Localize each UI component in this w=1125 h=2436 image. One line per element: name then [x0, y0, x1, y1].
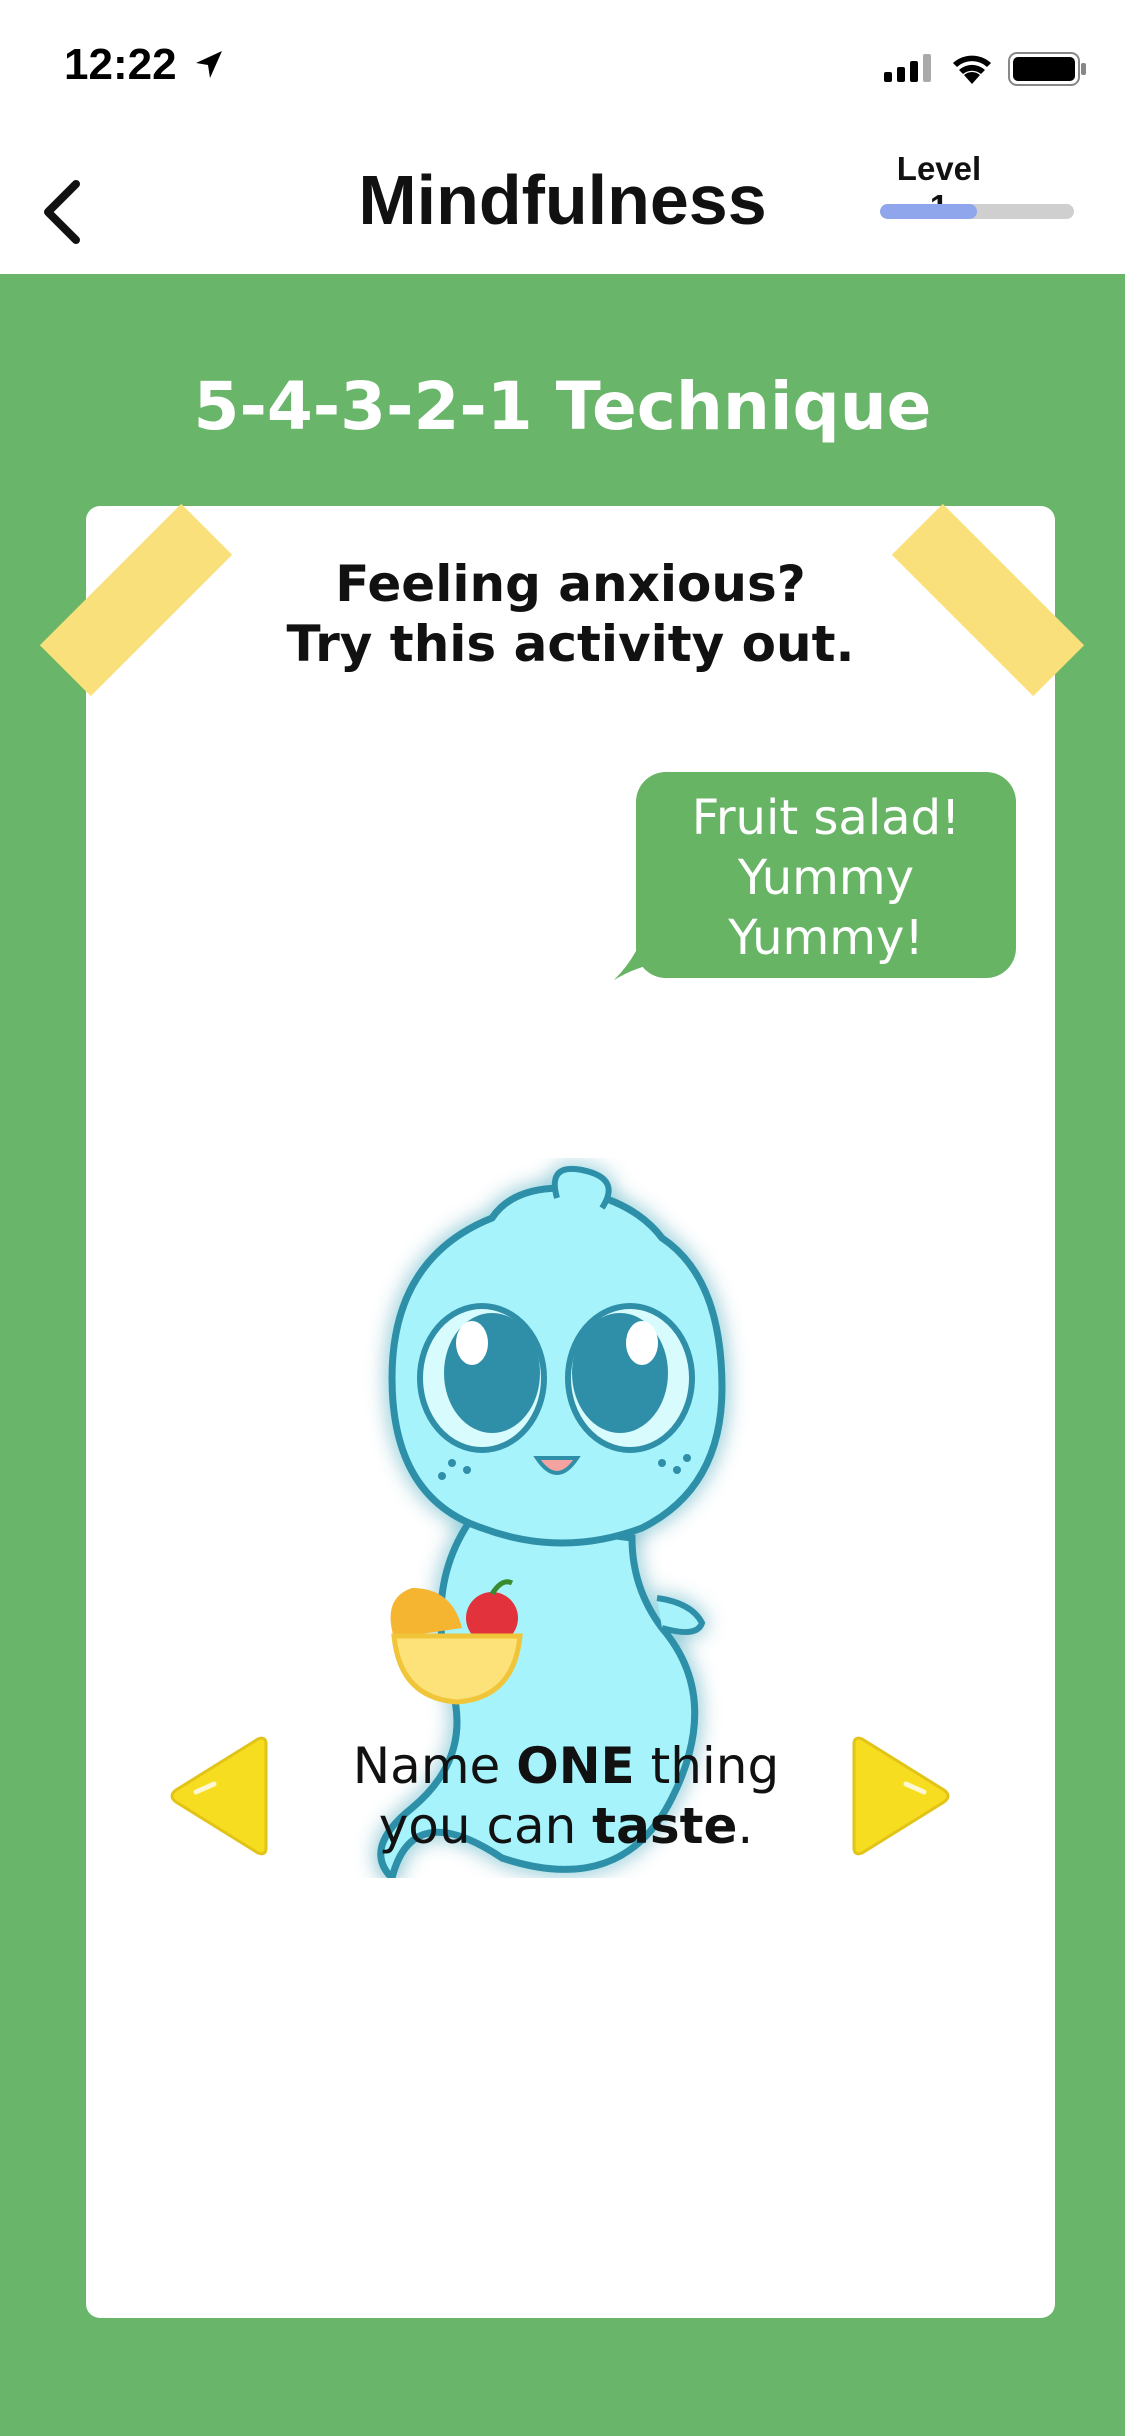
wifi-icon — [953, 55, 991, 84]
cellular-signal-icon — [884, 54, 931, 82]
prompt-emphasis: taste — [592, 1797, 738, 1855]
triangle-left-icon — [170, 1736, 268, 1856]
speech-bubble-text: Fruit salad! Yummy Yummy! — [636, 788, 1016, 968]
speech-line-3: Yummy! — [728, 910, 924, 966]
status-bar: 12:22 — [0, 0, 1125, 136]
step-prompt: Name ONE thing you can taste. — [266, 1736, 866, 1856]
prompt-line-1: Name ONE thing — [266, 1736, 866, 1796]
activity-screen: 5-4-3-2-1 Technique Feeling anxious? Try… — [0, 274, 1125, 2436]
location-arrow-icon — [196, 51, 222, 78]
technique-title: 5-4-3-2-1 Technique — [193, 368, 932, 445]
triangle-right-icon — [852, 1736, 950, 1856]
prompt-line-2: you can taste. — [266, 1796, 866, 1856]
prompt-text: Name — [352, 1737, 517, 1795]
prompt-emphasis: ONE — [516, 1737, 635, 1795]
activity-card: Feeling anxious? Try this activity out. … — [86, 506, 1055, 2318]
speech-bubble: Fruit salad! Yummy Yummy! — [614, 772, 1016, 980]
next-step-button[interactable] — [844, 1736, 954, 1856]
prompt-text: . — [737, 1797, 754, 1855]
battery-icon — [1008, 52, 1086, 86]
speech-line-1: Fruit salad! — [691, 790, 961, 846]
status-time: 12:22 — [64, 40, 177, 89]
level-progress-bar — [880, 204, 1074, 219]
nav-bar: Mindfulness Level 1 — [0, 136, 1125, 274]
prompt-text: you can — [378, 1797, 593, 1855]
previous-step-button[interactable] — [166, 1736, 276, 1856]
speech-line-2: Yummy — [737, 850, 915, 906]
headline-line-2: Try this activity out. — [286, 615, 855, 673]
prompt-text: thing — [634, 1737, 780, 1795]
level-progress-fill — [880, 204, 977, 219]
